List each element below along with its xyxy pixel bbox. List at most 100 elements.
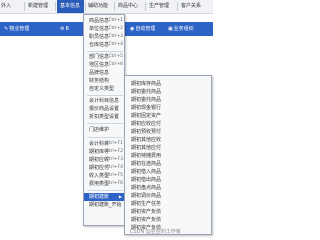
menu-item-0[interactable]: 外入 [1,0,11,13]
menu-separator [85,2,86,11]
submenu-option[interactable]: 期初生产任务 [125,200,211,208]
target-icon: ◉ [130,26,135,32]
menu-separator [55,2,56,11]
menu-divider [87,137,123,138]
menu-option[interactable]: 会计科目信息 [84,97,124,105]
menu-bar: 外入 新建管理 基本信息 辅助功能 商品中心 生产管理 客户关系 [0,0,213,14]
menu-option-shortcut: Ctrl+F2 [105,149,123,154]
edit-icon: ✎ [4,26,9,32]
menu-separator [114,2,115,11]
menu-option[interactable]: 商品信息 Ctrl+1 [84,17,124,25]
menu-option[interactable]: 会计科目 Ctrl+F1 [84,140,124,148]
submenu-option[interactable]: 期初调价商品 [125,192,211,200]
submenu-option[interactable]: 期初借入商品 [125,168,211,176]
menu-option-label: 报价商品设置 [89,106,120,112]
menu-option-label: 折扣类型设置 [89,114,120,120]
submenu-option[interactable]: 期初资产负债 [125,208,211,216]
gear-icon: ⚙ [60,26,65,32]
submenu-option[interactable]: 期初待摊费用 [125,152,211,160]
menu-option[interactable]: 自定义类型 [84,85,124,93]
menu-option[interactable]: 期初应收 Ctrl+F3 [84,156,124,164]
menu-option-shortcut: Ctrl+1 [108,18,123,23]
menu-divider [87,190,123,191]
watermark: CSDN @亚亚的工作板 [130,229,181,235]
submenu-option[interactable]: 期初委托商品 [125,88,211,96]
menu-option[interactable]: 职员信息 Ctrl+3 [84,33,124,41]
toolbar-label: 自动管理 [135,26,156,32]
submenu-option[interactable]: 期初固定资产 [125,112,211,120]
menu-option-shortcut: Ctrl+2 [108,26,123,31]
submenu-option[interactable]: 期初借出商品 [125,176,211,184]
menu-option-opening-books[interactable]: 期初建账 ▶ [84,193,124,201]
toolbar-button-1[interactable]: ⚙B [60,22,69,36]
menu-option-shortcut: Ctrl+F6 [105,181,123,186]
menu-option[interactable]: 报价商品设置 [84,105,124,113]
menu-option-label: 期初建账_开始 [89,202,122,208]
submenu-option[interactable]: 期初其他应付 [125,144,211,152]
menu-option-shortcut: Ctrl+F3 [105,157,123,162]
chevron-right-icon: ▶ [118,194,122,199]
menu-option-shortcut: Ctrl+4 [108,42,123,47]
menu-item-6[interactable]: 客户关系 [181,0,201,13]
menu-item-1[interactable]: 新建管理 [28,0,48,13]
menu-option[interactable]: 部门信息 Ctrl+5 [84,53,124,61]
menu-option[interactable]: 费用类型 Ctrl+F6 [84,180,124,188]
toolbar-label: B [65,26,69,32]
submenu-option[interactable]: 期初盘点商品 [125,184,211,192]
menu-option[interactable]: 期初库存 Ctrl+F2 [84,148,124,156]
menu-option[interactable]: 财务结构 [84,77,124,85]
basic-info-dropdown: 商品信息 Ctrl+1 单位信息 Ctrl+2 职员信息 Ctrl+3 仓库信息 Ctr… [83,14,125,226]
menu-divider [87,51,123,52]
menu-item-5[interactable]: 生产管理 [149,0,169,13]
grid-icon: ▣ [168,26,173,32]
menu-option-shortcut: Ctrl+3 [108,34,123,39]
menu-item-4[interactable]: 商品中心 [118,0,138,13]
menu-option[interactable]: 品牌信息 [84,69,124,77]
toolbar-button-3[interactable]: ▣业务组织 [168,22,194,36]
menu-option[interactable]: 仓库信息 Ctrl+4 [84,41,124,49]
toolbar-label: 物业管理 [9,26,30,32]
menu-option[interactable]: 地区信息 Ctrl+6 [84,61,124,69]
opening-books-submenu: 期初库存商品 期初委托商品 期初委托商品 期初现金银行 期初固定资产 期初应收应… [124,75,212,235]
menu-option[interactable]: 收入类型 Ctrl+F5 [84,172,124,180]
menu-item-basic-info[interactable]: 基本信息 [57,0,84,13]
menu-option-label: 地区信息 [89,62,110,68]
menu-option-label: 财务结构 [89,78,110,84]
toolbar-button-0[interactable]: ✎物业管理 [4,22,29,36]
menu-separator [24,2,25,11]
submenu-option[interactable]: 期初在途商品 [125,160,211,168]
menu-option-label: 单位信息 [89,26,110,32]
submenu-option[interactable]: 期初库存商品 [125,80,211,88]
menu-separator [177,2,178,11]
submenu-option[interactable]: 期初预收预付 [125,128,211,136]
menu-item-3[interactable]: 辅助功能 [88,0,108,13]
menu-option[interactable]: 期初建账_开始 [84,201,124,209]
menu-option-label: 会计科目信息 [89,98,120,104]
submenu-option[interactable]: 期初现金银行 [125,104,211,112]
toolbar-button-2[interactable]: ◉自动管理 [130,22,155,36]
menu-option-label: 门店维护 [89,127,110,133]
menu-option-label: 部门信息 [89,54,110,60]
menu-divider [87,95,123,96]
menu-option-label: 职员信息 [89,34,110,40]
menu-option-shortcut: Ctrl+F4 [105,165,123,170]
menu-option[interactable]: 折扣类型设置 [84,113,124,121]
submenu-option[interactable]: 期初其他应收 [125,136,211,144]
menu-divider [87,123,123,124]
menu-option-label: 期初建账 [89,194,110,200]
menu-option-label: 仓库信息 [89,42,110,48]
menu-separator [145,2,146,11]
submenu-option[interactable]: 期初资产负债 [125,216,211,224]
toolbar-label: 业务组织 [173,26,194,32]
menu-option[interactable]: 门店维护 [84,126,124,134]
menu-option-shortcut: Ctrl+5 [108,54,123,59]
menu-option-shortcut: Ctrl+F5 [105,173,123,178]
menu-option-shortcut: Ctrl+F1 [105,141,123,146]
menu-option[interactable]: 期初应付 Ctrl+F4 [84,164,124,172]
menu-option-label: 品牌信息 [89,70,110,76]
submenu-option[interactable]: 期初应收应付 [125,120,211,128]
menu-option[interactable]: 单位信息 Ctrl+2 [84,25,124,33]
menu-option-label: 自定义类型 [89,86,115,92]
submenu-option[interactable]: 期初委托商品 [125,96,211,104]
menu-option-shortcut: Ctrl+6 [108,62,123,67]
